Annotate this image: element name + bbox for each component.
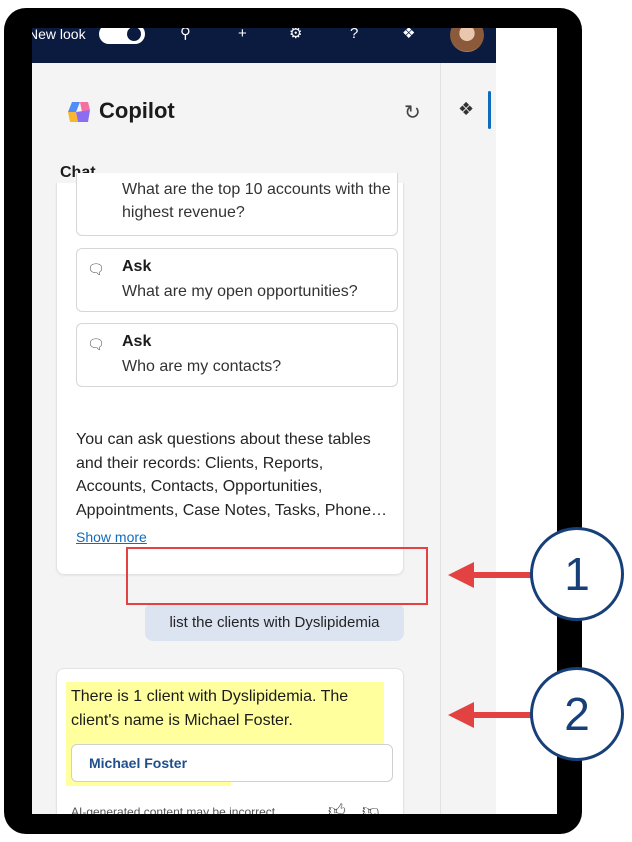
- assistant-reply-card: There is 1 client with Dyslipidemia. The…: [56, 668, 404, 814]
- copilot-logo-icon: [68, 102, 90, 122]
- reply-text: There is 1 client with Dyslipidemia. The…: [71, 688, 349, 729]
- show-more-link[interactable]: Show more: [76, 529, 147, 545]
- copilot-pane: Copilot ↻ Chat What are the top 10 accou…: [32, 63, 440, 814]
- callout-badge-2: 2: [530, 667, 624, 761]
- suggestion-text: What are the top 10 accounts with the hi…: [122, 181, 391, 221]
- suggestion-top-accounts[interactable]: What are the top 10 accounts with the hi…: [76, 173, 398, 236]
- new-look-label: New look: [32, 28, 86, 42]
- plus-icon[interactable]: +: [238, 28, 247, 42]
- device-frame: New look ⚲ + ⚙ ? ❖ Copilot ↻ Chat Wha: [4, 8, 582, 834]
- refresh-icon[interactable]: ↻: [404, 100, 421, 125]
- copilot-title: Copilot: [99, 98, 175, 123]
- suggestion-text: What are my open opportunities?: [122, 283, 358, 300]
- callout-arrow-2-head: [448, 702, 474, 728]
- assistant-welcome-card: What are the top 10 accounts with the hi…: [56, 173, 404, 575]
- thumbs-up-icon[interactable]: 👍︎: [328, 800, 346, 814]
- suggestion-text: Who are my contacts?: [122, 358, 282, 375]
- rail-active-indicator: [488, 91, 491, 129]
- callout-highlight-box: [126, 547, 428, 605]
- suggestion-label: Ask: [122, 333, 152, 350]
- gear-icon[interactable]: ⚙: [289, 28, 302, 42]
- user-message-bubble: list the clients with Dyslipidemia: [145, 603, 404, 641]
- help-icon[interactable]: ?: [350, 28, 358, 42]
- chat-bubble-icon: 🗨: [87, 336, 105, 352]
- suggestion-label: Ask: [122, 258, 152, 275]
- callout-badge-1: 1: [530, 527, 624, 621]
- callout-arrow-1: [470, 572, 532, 578]
- top-navigation-bar: New look ⚲ + ⚙ ? ❖: [32, 28, 496, 63]
- thumbs-down-icon[interactable]: 👎︎: [362, 800, 379, 814]
- copilot-icon[interactable]: ❖: [402, 28, 415, 42]
- client-record-button[interactable]: Michael Foster: [71, 744, 393, 782]
- tables-description: You can ask questions about these tables…: [76, 431, 387, 519]
- callout-number: 2: [564, 688, 590, 740]
- client-record-label: Michael Foster: [89, 755, 188, 771]
- callout-arrow-2: [470, 712, 532, 718]
- lightbulb-icon[interactable]: ⚲: [180, 28, 191, 42]
- callout-number: 1: [564, 548, 590, 600]
- user-message-text: list the clients with Dyslipidemia: [169, 613, 380, 631]
- avatar[interactable]: [450, 28, 484, 52]
- suggestion-open-opportunities[interactable]: 🗨 Ask What are my open opportunities?: [76, 248, 398, 312]
- new-look-toggle[interactable]: [99, 28, 145, 44]
- copilot-rail-icon[interactable]: ❖: [458, 99, 474, 120]
- chat-bubble-icon: 🗨: [87, 261, 105, 277]
- suggestion-contacts[interactable]: 🗨 Ask Who are my contacts?: [76, 323, 398, 387]
- callout-arrow-1-head: [448, 562, 474, 588]
- ai-disclaimer: AI-generated content may be incorrect: [71, 805, 276, 814]
- app-screen: New look ⚲ + ⚙ ? ❖ Copilot ↻ Chat Wha: [32, 28, 557, 814]
